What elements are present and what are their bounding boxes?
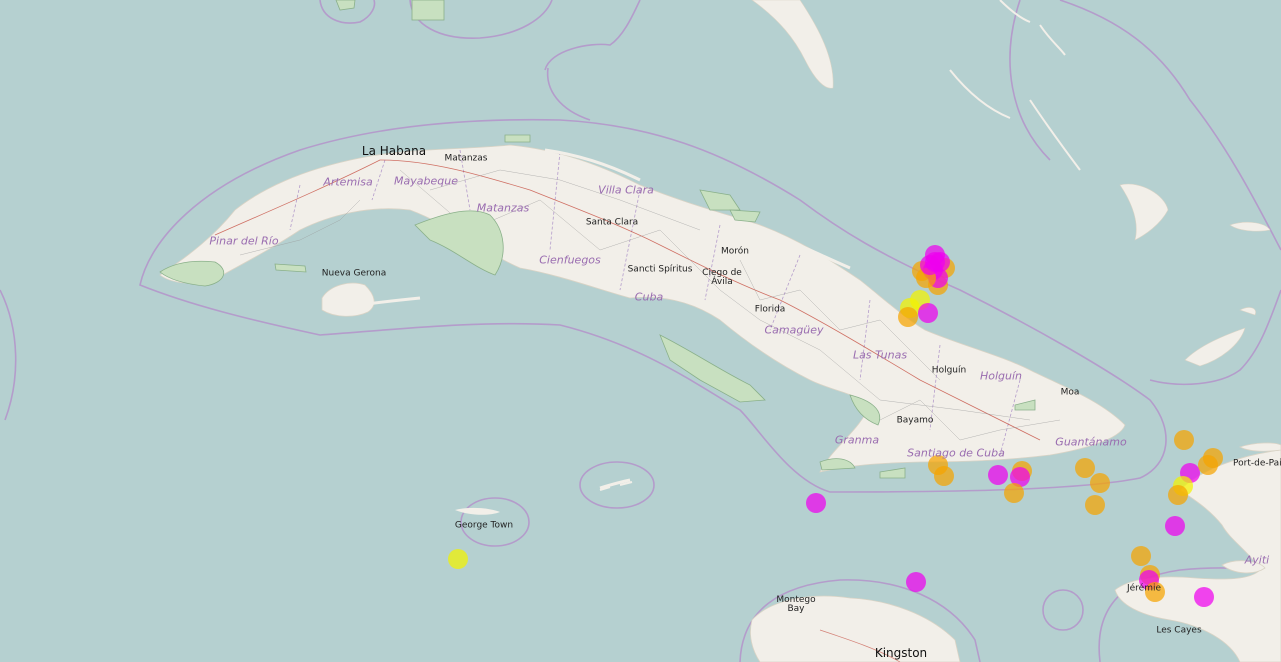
map-marker-yellow[interactable]	[448, 549, 468, 569]
map-base	[0, 0, 1281, 662]
city-label-port-de-paix: Port-de-Paix	[1233, 458, 1281, 469]
region-label-las-tunas: Las Tunas	[852, 348, 908, 362]
city-label-ciego-de-avila: Ciego de Ávila	[702, 268, 742, 287]
city-label-moa: Moa	[1060, 387, 1080, 398]
map-marker-magenta[interactable]	[1194, 587, 1214, 607]
region-label-matanzas: Matanzas	[476, 201, 530, 215]
city-label-montego-bay: Montego Bay	[776, 595, 816, 614]
map-marker-orange[interactable]	[1004, 483, 1024, 503]
region-label-granma: Granma	[834, 433, 880, 447]
city-label-sancti-spiritus: Sancti Spíritus	[627, 264, 693, 275]
city-label-kingston: Kingston	[874, 646, 928, 660]
city-label-jeremie: Jérémie	[1126, 583, 1162, 594]
city-label-la-habana: La Habana	[361, 144, 427, 158]
region-label-holguin: Holguín	[979, 369, 1023, 383]
map-view[interactable]: La Habana Matanzas Santa Clara Sancti Sp…	[0, 0, 1281, 662]
region-label-mayabeque: Mayabeque	[394, 174, 458, 188]
map-marker-orange[interactable]	[1174, 430, 1194, 450]
map-marker-orange[interactable]	[1198, 455, 1218, 475]
region-label-artemisa: Artemisa	[323, 175, 373, 189]
region-label-ayiti: Ayiti	[1244, 553, 1270, 567]
city-label-moron: Morón	[721, 246, 749, 257]
region-label-cienfuegos: Cienfuegos	[539, 253, 601, 267]
city-label-santa-clara: Santa Clara	[585, 217, 639, 228]
city-label-nueva-gerona: Nueva Gerona	[321, 268, 387, 279]
maritime-boundaries	[0, 0, 1281, 662]
region-label-villa-clara: Villa Clara	[598, 183, 654, 197]
city-label-les-cayes: Les Cayes	[1156, 625, 1202, 636]
map-marker-magenta[interactable]	[906, 572, 926, 592]
region-label-guantanamo: Guantánamo	[1055, 435, 1127, 449]
region-label-cuba: Cuba	[634, 290, 664, 304]
map-marker-orange[interactable]	[1075, 458, 1095, 478]
island-rings	[460, 461, 1084, 631]
map-marker-magenta[interactable]	[988, 465, 1008, 485]
park-north	[411, 0, 445, 21]
map-marker-orange[interactable]	[934, 466, 954, 486]
map-marker-orange[interactable]	[898, 307, 918, 327]
map-marker-magenta[interactable]	[1165, 516, 1185, 536]
region-label-santiago-de-cuba: Santiago de Cuba	[907, 446, 1005, 460]
city-label-george-town: George Town	[454, 520, 514, 531]
region-label-pinar-del-rio: Pinar del Río	[209, 234, 279, 248]
park-north-west	[335, 0, 356, 11]
isla-juventud-land	[321, 282, 375, 317]
map-marker-orange[interactable]	[1168, 485, 1188, 505]
tortuga-land	[1238, 442, 1281, 452]
region-label-camaguey: Camagüey	[764, 323, 824, 337]
city-label-matanzas: Matanzas	[444, 153, 488, 164]
city-label-bayamo: Bayamo	[896, 415, 934, 426]
city-label-florida: Florida	[754, 304, 786, 315]
map-marker-magenta[interactable]	[806, 493, 826, 513]
map-marker-magenta[interactable]	[918, 303, 938, 323]
city-label-holguin: Holguín	[931, 365, 967, 376]
grand-cayman-land	[455, 507, 500, 515]
bahamas-banks	[949, 0, 1081, 171]
map-marker-orange[interactable]	[1090, 473, 1110, 493]
map-marker-orange[interactable]	[1131, 546, 1151, 566]
map-marker-orange[interactable]	[1085, 495, 1105, 515]
map-marker-magenta[interactable]	[925, 252, 945, 272]
